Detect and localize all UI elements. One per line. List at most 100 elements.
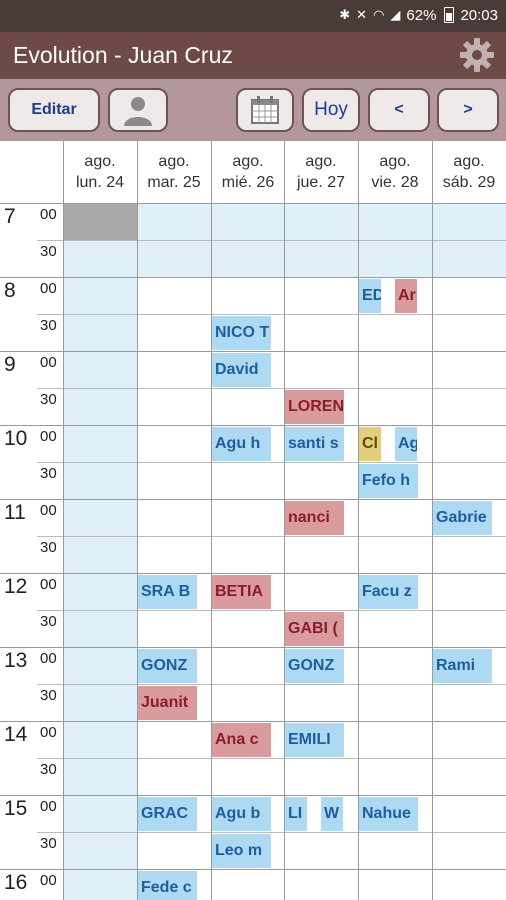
day-header[interactable]: ago. vie. 28: [358, 151, 432, 193]
appointment[interactable]: GONZ: [285, 649, 344, 683]
battery-icon: [444, 7, 455, 23]
appointment[interactable]: Juanit: [138, 686, 197, 720]
user-icon: [124, 97, 152, 126]
appointment[interactable]: Gabrie: [433, 501, 492, 535]
day-header-month: ago.: [453, 153, 485, 170]
day-header[interactable]: ago. jue. 27: [284, 151, 358, 193]
minute-label: 00: [40, 724, 57, 741]
appointment[interactable]: Agu h: [212, 427, 271, 461]
slot-divider: [0, 795, 506, 796]
day-header-date: mié. 26: [221, 174, 275, 191]
slot-divider: [0, 425, 506, 426]
appointment[interactable]: Agu b: [212, 797, 271, 831]
minute-label: 30: [40, 835, 57, 852]
day-header-month: ago.: [305, 153, 337, 170]
day-header[interactable]: ago. mié. 26: [211, 151, 285, 193]
today-button[interactable]: Hoy: [302, 88, 360, 132]
column-divider: [137, 141, 138, 900]
bluetooth-icon: ✱: [339, 7, 351, 22]
hour-label: 12: [4, 575, 28, 598]
minute-label: 30: [40, 761, 57, 778]
appointment[interactable]: GABI (: [285, 612, 344, 646]
appointment[interactable]: Ana c: [212, 723, 271, 757]
status-icons: ✱ ✕ ◠ ◢ 62% 20:03: [339, 6, 498, 24]
profile-button[interactable]: [108, 88, 168, 132]
slot-divider: [37, 536, 506, 537]
calendar-icon: [251, 96, 279, 124]
current-slot-marker: [63, 203, 137, 240]
appointment[interactable]: David: [212, 353, 271, 387]
minute-label: 30: [40, 687, 57, 704]
day-header-date: mar. 25: [147, 174, 201, 191]
appointment[interactable]: EMILI: [285, 723, 344, 757]
edit-button[interactable]: Editar: [8, 88, 100, 132]
week-calendar-grid[interactable]: ago. lun. 24 ago. mar. 25 ago. mié. 26 ago. jue…: [0, 141, 506, 900]
appointment[interactable]: SRA B: [138, 575, 197, 609]
slot-divider: [0, 573, 506, 574]
minute-label: 30: [40, 243, 57, 260]
day-header[interactable]: ago. lun. 24: [63, 151, 137, 193]
minute-label: 30: [40, 317, 57, 334]
appointment[interactable]: Rami: [433, 649, 492, 683]
day-header-month: ago.: [158, 153, 190, 170]
appointment[interactable]: BETIA: [212, 575, 271, 609]
minute-label: 00: [40, 576, 57, 593]
app-bar: Evolution - Juan Cruz: [0, 32, 506, 79]
minute-label: 30: [40, 613, 57, 630]
gear-icon[interactable]: [458, 36, 496, 74]
appointment[interactable]: Fede c: [138, 871, 197, 900]
wifi-icon: ◠: [373, 7, 385, 22]
slot-divider: [0, 647, 506, 648]
app-title: Evolution - Juan Cruz: [13, 42, 233, 68]
day-header-month: ago.: [232, 153, 264, 170]
day-header[interactable]: ago. sáb. 29: [432, 151, 506, 193]
appointment[interactable]: Facu z: [359, 575, 418, 609]
appointment[interactable]: NICO T: [212, 316, 271, 350]
column-divider: [358, 141, 359, 900]
mute-icon: ✕: [356, 7, 368, 22]
appointment[interactable]: W: [321, 797, 343, 831]
appointment[interactable]: Cl: [359, 427, 381, 461]
minute-label: 00: [40, 872, 57, 889]
appointment[interactable]: LI: [285, 797, 307, 831]
minute-label: 30: [40, 539, 57, 556]
hour-label: 15: [4, 797, 28, 820]
slot-divider: [37, 610, 506, 611]
toolbar: Editar Hoy < >: [0, 79, 506, 141]
day-header-date: sáb. 29: [442, 174, 496, 191]
slot-divider: [0, 277, 506, 278]
minute-label: 00: [40, 354, 57, 371]
appointment[interactable]: Fefo h: [359, 464, 418, 498]
day-header-month: ago.: [379, 153, 411, 170]
appointment[interactable]: ED: [359, 279, 381, 313]
appointment[interactable]: Ar: [395, 279, 417, 313]
appointment[interactable]: LOREN: [285, 390, 344, 424]
previous-week-button[interactable]: <: [368, 88, 430, 132]
minute-label: 00: [40, 428, 57, 445]
slot-divider: [37, 314, 506, 315]
appointment[interactable]: GONZ: [138, 649, 197, 683]
next-week-button[interactable]: >: [437, 88, 499, 132]
appointment[interactable]: nanci: [285, 501, 344, 535]
slot-divider: [37, 462, 506, 463]
slot-divider: [37, 758, 506, 759]
appointment[interactable]: santi s: [285, 427, 344, 461]
hour-label: 7: [4, 205, 16, 228]
day-header-date: lun. 24: [75, 174, 125, 191]
column-divider: [63, 141, 64, 900]
slot-divider: [0, 351, 506, 352]
minute-label: 00: [40, 206, 57, 223]
day-header[interactable]: ago. mar. 25: [137, 151, 211, 193]
appointment[interactable]: Leo m: [212, 834, 271, 868]
appointment[interactable]: Ag: [395, 427, 417, 461]
calendar-button[interactable]: [236, 88, 294, 132]
day-header-month: ago.: [84, 153, 116, 170]
slot-divider: [37, 832, 506, 833]
header-divider: [0, 203, 506, 204]
minute-label: 00: [40, 502, 57, 519]
hour-label: 13: [4, 649, 28, 672]
appointment[interactable]: Nahue: [359, 797, 418, 831]
hour-label: 11: [4, 501, 26, 524]
hour-label: 9: [4, 353, 16, 376]
appointment[interactable]: GRAC: [138, 797, 197, 831]
